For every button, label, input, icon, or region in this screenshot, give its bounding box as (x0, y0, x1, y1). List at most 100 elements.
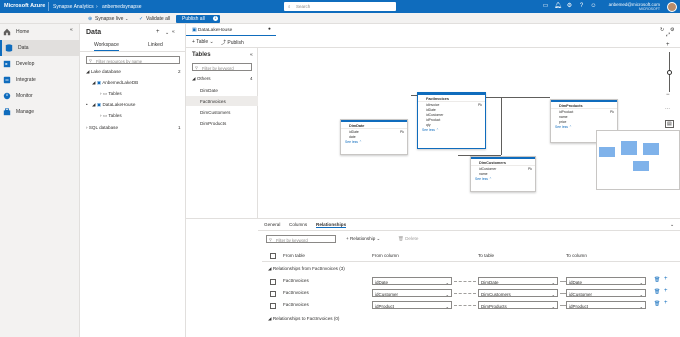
validate-all-button[interactable]: Validate all (146, 16, 170, 22)
add-row-icon[interactable]: + (664, 300, 668, 306)
notifications-icon[interactable]: ▭ (542, 3, 549, 10)
avatar[interactable] (667, 2, 677, 12)
tab-workspace[interactable]: Workspace (94, 42, 119, 51)
nav-item-manage[interactable]: Manage (0, 104, 80, 120)
live-mode-dropdown[interactable]: Synapse live (95, 16, 123, 22)
collapse-all-icon[interactable]: ⌄ (165, 30, 169, 36)
table-item-dimdate[interactable]: DimDate (186, 85, 258, 95)
tab-linked[interactable]: Linked (148, 42, 163, 50)
entity-dimdate[interactable]: DimDate idDate Pk date See less ⌃ (340, 119, 408, 155)
zoom-out-icon[interactable]: − (666, 92, 670, 98)
nav-item-develop[interactable]: Develop (0, 56, 80, 72)
chevron-down-icon: ⌄ (445, 279, 449, 285)
add-row-icon[interactable]: + (664, 288, 668, 294)
select-all-checkbox[interactable] (270, 253, 276, 259)
tree-item-anbemedlakedb[interactable]: ◢ ▣ AnbemedLakeDB (92, 80, 138, 86)
collapse-pane-icon[interactable]: « (250, 52, 253, 58)
publish-label: Publish (227, 40, 244, 46)
tab-relationships[interactable]: Relationships (316, 222, 347, 228)
fit-to-screen-icon[interactable]: ⤢ (666, 32, 670, 38)
table-item-factinvoices[interactable]: FactInvoices (186, 96, 258, 106)
feedback-icon[interactable]: ☺ (590, 3, 597, 10)
tab-general[interactable]: General (264, 222, 280, 227)
properties-icon[interactable]: ⚙ (670, 27, 674, 33)
tab-columns[interactable]: Columns (289, 222, 307, 227)
entity-dimcustomers[interactable]: DimCustomers idCustomer Pk name See less … (470, 156, 536, 192)
breadcrumb-synapse[interactable]: Synapse Analytics (53, 4, 94, 10)
nav-item-integrate[interactable]: Integrate (0, 72, 80, 88)
from-column-dropdown[interactable]: idDate ⌄ (372, 277, 452, 285)
to-column-dropdown[interactable]: idProduct ⌄ (566, 301, 646, 309)
doc-tab-datalakehouse[interactable]: ▣ DataLakeHouse ● (186, 24, 276, 36)
entity-header: DimProducts (551, 100, 617, 109)
tree-item-tables[interactable]: › ▭ Tables (100, 113, 122, 119)
monitor-icon (3, 92, 11, 100)
entity-factinvoices[interactable]: FactInvoices idInvoice Pk idDate idCustom… (417, 92, 486, 149)
zoom-in-icon[interactable]: + (666, 42, 670, 48)
filter-tables-input[interactable]: ⚲ Filter by keyword (192, 63, 252, 71)
nav-item-home[interactable]: Home (0, 24, 80, 40)
nav-label: Data (18, 45, 29, 51)
search-input[interactable]: ⌕ Search (284, 2, 396, 11)
breadcrumb-workspace[interactable]: anbemedsynapse (102, 4, 141, 10)
tree-item-datalakehouse[interactable]: ◢ ▣ DataLakeHouse (92, 102, 135, 108)
add-relationship-button[interactable]: + Relationship ⌄ (346, 236, 380, 242)
user-email[interactable]: anbemed@microsoft.com (609, 2, 660, 7)
relationship-connector (454, 305, 476, 306)
entity-title: DimProducts (559, 104, 583, 108)
row-checkbox[interactable] (270, 279, 276, 285)
collapse-pane-icon[interactable]: « (172, 29, 175, 35)
to-table-dropdown[interactable]: DimDate ⌄ (478, 277, 558, 285)
azure-brand[interactable]: Microsoft Azure (4, 3, 45, 9)
add-table-button[interactable]: + Table ⌄ (192, 39, 214, 45)
see-less-link[interactable]: See less ⌃ (471, 176, 535, 181)
minimap[interactable] (596, 130, 680, 190)
more-icon[interactable]: • (86, 102, 88, 107)
bell-icon[interactable]: 🔔︎ (554, 3, 562, 10)
see-less-link[interactable]: See less ⌃ (551, 124, 617, 129)
row-checkbox[interactable] (270, 303, 276, 309)
see-less-link[interactable]: See less ⌃ (418, 127, 485, 132)
to-column-dropdown[interactable]: idDate ⌄ (566, 277, 646, 285)
tree-sql-database[interactable]: › SQL database (86, 125, 118, 130)
gear-icon[interactable]: ⚙ (566, 3, 573, 10)
nav-item-data[interactable]: Data (0, 40, 80, 56)
delete-row-icon[interactable]: 🗑︎ (654, 301, 660, 307)
add-icon[interactable]: + (156, 29, 160, 35)
refresh-icon[interactable]: ↻ (660, 27, 664, 33)
from-column-dropdown[interactable]: idProduct ⌄ (372, 301, 452, 309)
minimap-toggle-icon[interactable]: ▤ (665, 120, 674, 128)
tables-group-others[interactable]: ◢ Others (192, 76, 211, 82)
to-table-dropdown[interactable]: DimProducts ⌄ (478, 301, 558, 309)
from-column-dropdown[interactable]: idCustomer ⌄ (372, 289, 452, 297)
section-relationships-to[interactable]: ◢ Relationships to FactInvoices (0) (268, 316, 339, 322)
publish-button[interactable]: ⤴ Publish (221, 39, 244, 46)
help-icon[interactable]: ? (578, 3, 585, 10)
nav-label: Manage (16, 109, 35, 115)
more-options-icon[interactable]: ⋯ (665, 106, 670, 112)
tree-item-tables[interactable]: › ▭ Tables (100, 91, 122, 97)
see-less-link[interactable]: See less ⌃ (341, 139, 407, 144)
filter-resources-input[interactable]: ⚲ Filter resources by name (86, 56, 180, 64)
row-checkbox[interactable] (270, 291, 276, 297)
publish-all-button[interactable]: Publish all 1 (176, 14, 220, 23)
entity-column: date (341, 134, 407, 139)
to-column-dropdown[interactable]: idCustomer ⌄ (566, 289, 646, 297)
tree-lake-database[interactable]: ◢ Lake database (86, 69, 121, 75)
delete-row-icon[interactable]: 🗑︎ (654, 277, 660, 283)
data-pane: Data + ⌄ « Workspace Linked ⚲ Filter res… (80, 24, 186, 337)
unsaved-dot-icon[interactable]: ● (268, 27, 271, 32)
table-item-dimcustomers[interactable]: DimCustomers (186, 107, 258, 117)
delete-row-icon[interactable]: 🗑︎ (654, 289, 660, 295)
table-item-dimproducts[interactable]: DimProducts (186, 118, 258, 128)
add-row-icon[interactable]: + (664, 276, 668, 282)
filter-relationships-input[interactable]: ⚲ Filter by keyword (266, 235, 336, 243)
nav-item-monitor[interactable]: Monitor (0, 88, 80, 104)
search-icon: ⌕ (288, 4, 291, 9)
column-label: price (559, 119, 567, 124)
to-table-dropdown[interactable]: DimCustomers ⌄ (478, 289, 558, 297)
zoom-slider-thumb[interactable] (667, 70, 672, 75)
section-relationships-from[interactable]: ◢ Relationships from FactInvoices (3) (268, 266, 345, 272)
delete-button[interactable]: 🗑︎ Delete (398, 236, 418, 242)
chevron-down-icon[interactable]: ⌄ (670, 222, 674, 228)
